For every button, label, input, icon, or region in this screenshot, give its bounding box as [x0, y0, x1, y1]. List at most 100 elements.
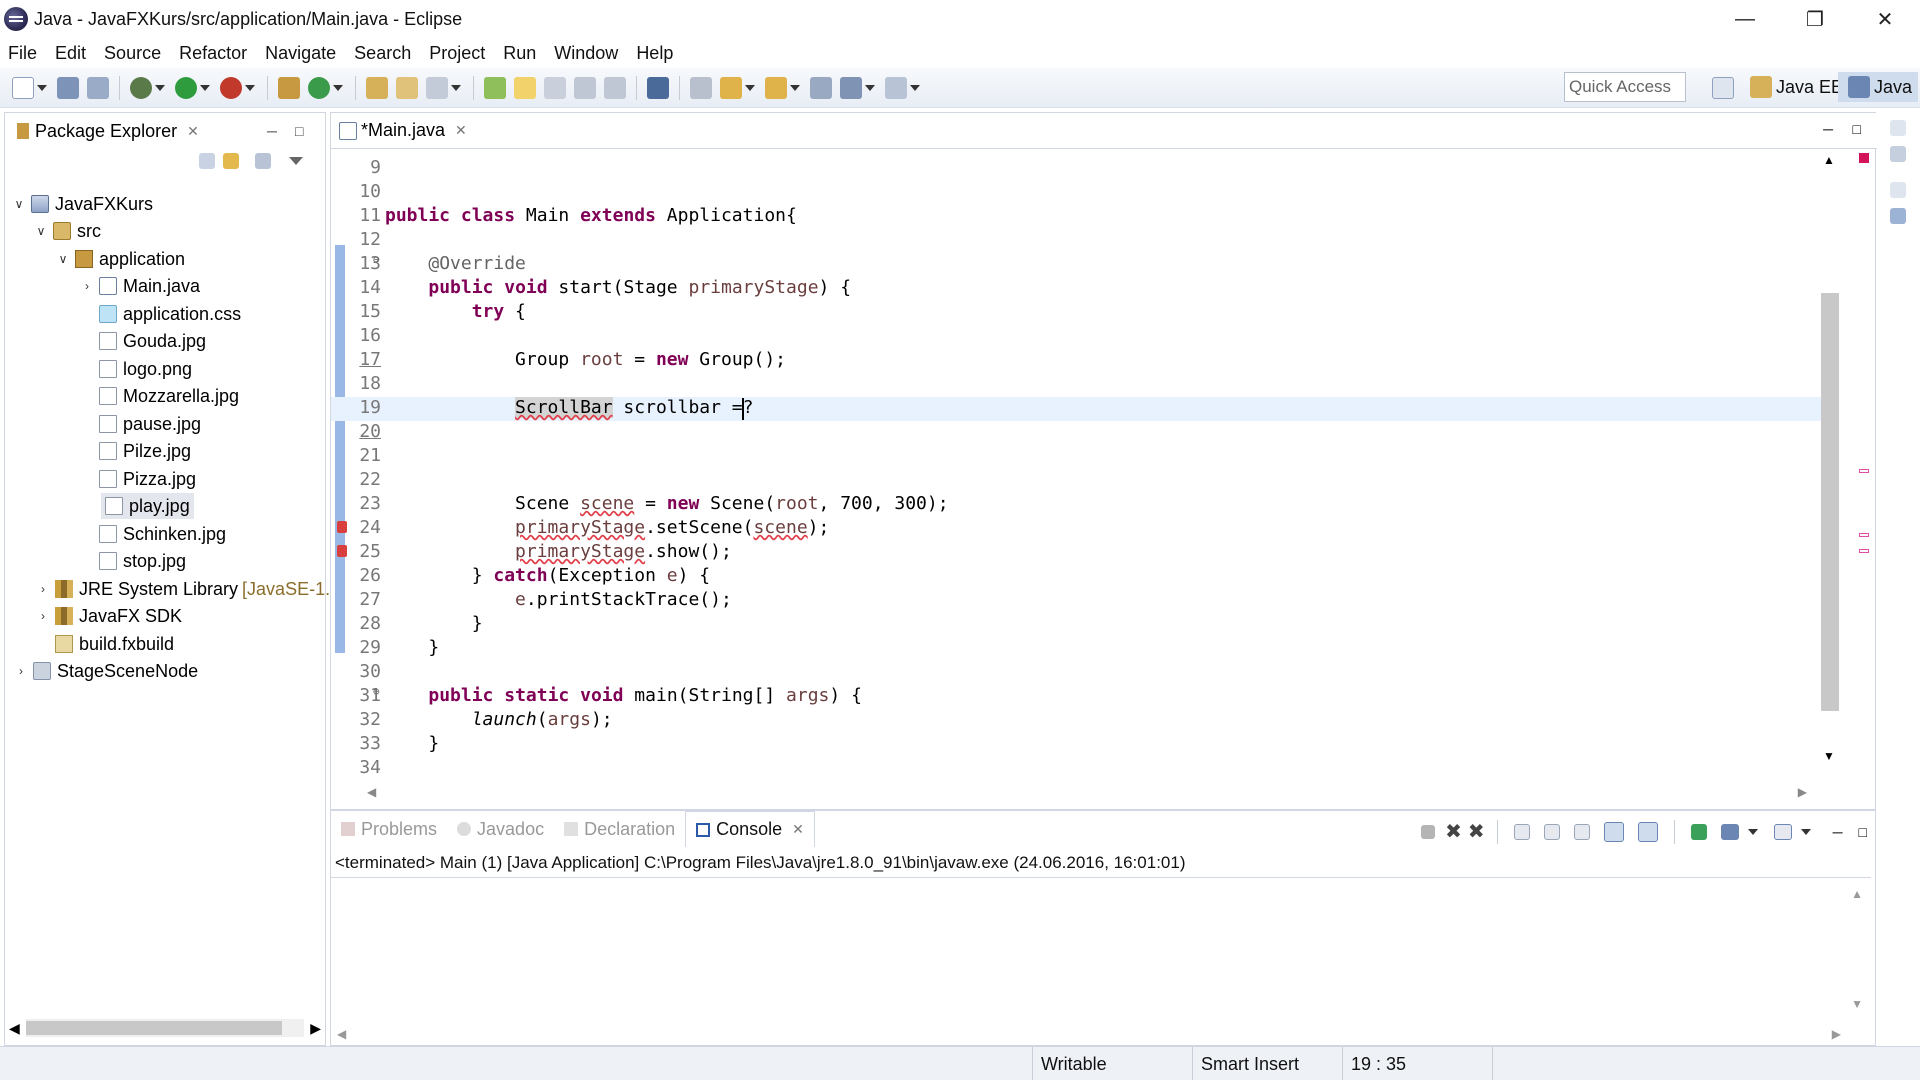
scroll-down-icon[interactable]: ▼	[1851, 997, 1863, 1011]
view-menu-icon[interactable]	[289, 157, 303, 165]
maximize-view-icon[interactable]: □	[295, 123, 303, 139]
open-console-dropdown-icon[interactable]	[1800, 828, 1811, 835]
scroll-lock-icon[interactable]	[1543, 823, 1560, 840]
open-task-icon[interactable]	[396, 76, 418, 99]
scroll-right-icon[interactable]: ▶	[1832, 1027, 1841, 1041]
display-console-icon[interactable]	[1720, 823, 1739, 840]
tab-declaration[interactable]: Declaration	[554, 811, 685, 847]
terminal-icon[interactable]	[647, 76, 669, 99]
tree-item-package[interactable]: ∨ application	[55, 246, 185, 272]
focus-icon[interactable]	[255, 153, 271, 169]
error-overview-marker[interactable]	[1859, 469, 1869, 473]
tree-item-file[interactable]: Gouda.jpg	[95, 328, 206, 354]
previous-annotation-dropdown-icon[interactable]	[790, 84, 800, 91]
menu-edit[interactable]: Edit	[47, 43, 96, 64]
show-whitespace-icon[interactable]	[574, 76, 596, 99]
search-icon[interactable]	[426, 76, 448, 99]
scroll-right-icon[interactable]: ▶	[310, 1020, 321, 1037]
tab-console[interactable]: Console ✕	[685, 811, 815, 847]
minimize-button[interactable]: —	[1710, 0, 1780, 38]
show-on-stdout-icon[interactable]	[1603, 821, 1624, 842]
task-list-icon[interactable]	[1890, 146, 1906, 162]
collapse-all-icon[interactable]	[199, 153, 215, 169]
maximize-view-icon[interactable]: □	[1853, 121, 1861, 137]
save-icon[interactable]	[57, 76, 79, 99]
toggle-highlight-icon[interactable]	[514, 76, 536, 99]
terminate-icon[interactable]	[1421, 824, 1436, 839]
fold-icon[interactable]: ⊖	[373, 685, 380, 698]
remove-launch-icon[interactable]: ✖	[1445, 819, 1462, 844]
previous-annotation-icon[interactable]	[765, 76, 787, 99]
maximize-view-icon[interactable]: □	[1859, 824, 1867, 840]
external-tools-dropdown-icon[interactable]	[245, 84, 255, 91]
tree-item-file[interactable]: stop.jpg	[95, 548, 186, 574]
run-icon[interactable]	[175, 76, 197, 99]
scroll-down-icon[interactable]: ▼	[1823, 749, 1835, 763]
pin-console-icon[interactable]	[1690, 823, 1707, 840]
debug-dropdown-icon[interactable]	[155, 84, 165, 91]
package-explorer-tab[interactable]: Package Explorer ✕	[5, 113, 207, 149]
tree-item-library[interactable]: › JRE System Library [JavaSE-1.8	[35, 576, 340, 602]
menu-source[interactable]: Source	[96, 43, 171, 64]
chevron-down-icon[interactable]: ∨	[55, 252, 71, 266]
forward-icon[interactable]	[885, 76, 907, 99]
chevron-right-icon[interactable]: ›	[35, 582, 51, 596]
show-paragraph-icon[interactable]	[604, 76, 626, 99]
chevron-right-icon[interactable]: ›	[35, 609, 51, 623]
close-icon[interactable]: ✕	[187, 123, 199, 140]
scroll-thumb[interactable]	[1821, 293, 1839, 711]
quick-access-input[interactable]: Quick Access	[1564, 72, 1686, 102]
overview-ruler[interactable]	[1857, 153, 1871, 763]
next-annotation-dropdown-icon[interactable]	[745, 84, 755, 91]
scroll-up-icon[interactable]: ▲	[1823, 153, 1835, 167]
new-java-class-icon[interactable]	[308, 76, 330, 99]
tree-item-project[interactable]: › StageSceneNode	[13, 658, 198, 684]
new-class-dropdown-icon[interactable]	[333, 84, 343, 91]
fold-icon[interactable]: ⊖	[373, 253, 380, 266]
package-explorer-hscrollbar[interactable]: ◀ ▶	[9, 1017, 321, 1039]
error-overview-marker[interactable]	[1859, 533, 1869, 537]
error-overview-marker[interactable]	[1859, 153, 1869, 163]
next-annotation-icon[interactable]	[720, 76, 742, 99]
restore-view-icon[interactable]	[1890, 120, 1906, 136]
open-console-icon[interactable]	[1773, 823, 1792, 840]
editor-vscrollbar[interactable]: ▲ ▼	[1819, 153, 1839, 763]
menu-run[interactable]: Run	[495, 43, 546, 64]
chevron-right-icon[interactable]: ›	[79, 279, 95, 293]
chevron-down-icon[interactable]: ∨	[33, 224, 49, 238]
chevron-down-icon[interactable]: ∨	[11, 197, 27, 211]
toggle-mark-occurrences-icon[interactable]	[484, 76, 506, 99]
save-all-icon[interactable]	[87, 76, 109, 99]
menu-window[interactable]: Window	[546, 43, 628, 64]
perspective-java-ee[interactable]: Java EE	[1746, 72, 1843, 102]
scroll-thumb[interactable]	[25, 1021, 282, 1035]
tab-problems[interactable]: Problems	[331, 811, 447, 847]
back-dropdown-icon[interactable]	[865, 84, 875, 91]
remove-all-launches-icon[interactable]: ✖	[1468, 819, 1485, 844]
outline-icon[interactable]	[1890, 208, 1906, 224]
tree-item-file[interactable]: pause.jpg	[95, 411, 201, 437]
tree-item-file[interactable]: Mozzarella.jpg	[95, 383, 239, 409]
chevron-right-icon[interactable]: ›	[13, 664, 29, 678]
tree-item-file[interactable]: › Main.java	[79, 273, 200, 299]
new-dropdown-icon[interactable]	[37, 84, 47, 91]
tree-item-file[interactable]: Schinken.jpg	[95, 521, 226, 547]
tree-item-file[interactable]: Pilze.jpg	[95, 438, 191, 464]
menu-search[interactable]: Search	[346, 43, 421, 64]
close-icon[interactable]: ✕	[792, 821, 804, 838]
open-type-icon[interactable]	[366, 76, 388, 99]
scroll-right-icon[interactable]: ▶	[1798, 785, 1807, 799]
scroll-left-icon[interactable]: ◀	[367, 785, 376, 799]
editor-hscrollbar[interactable]: ◀ ▶	[367, 785, 1807, 803]
new-java-package-icon[interactable]	[278, 76, 300, 99]
menu-help[interactable]: Help	[628, 43, 683, 64]
tree-item-project[interactable]: ∨ JavaFXKurs	[11, 191, 153, 217]
code-area[interactable]: 9 10 11 public class Main extends Applica…	[331, 149, 1831, 779]
tree-item-file[interactable]: Pizza.jpg	[95, 466, 196, 492]
run-dropdown-icon[interactable]	[200, 84, 210, 91]
tree-item-src[interactable]: ∨ src	[33, 218, 101, 244]
scroll-left-icon[interactable]: ◀	[337, 1027, 346, 1041]
tree-item-library[interactable]: › JavaFX SDK	[35, 603, 182, 629]
new-icon[interactable]	[12, 76, 34, 99]
close-button[interactable]: ✕	[1850, 0, 1920, 38]
